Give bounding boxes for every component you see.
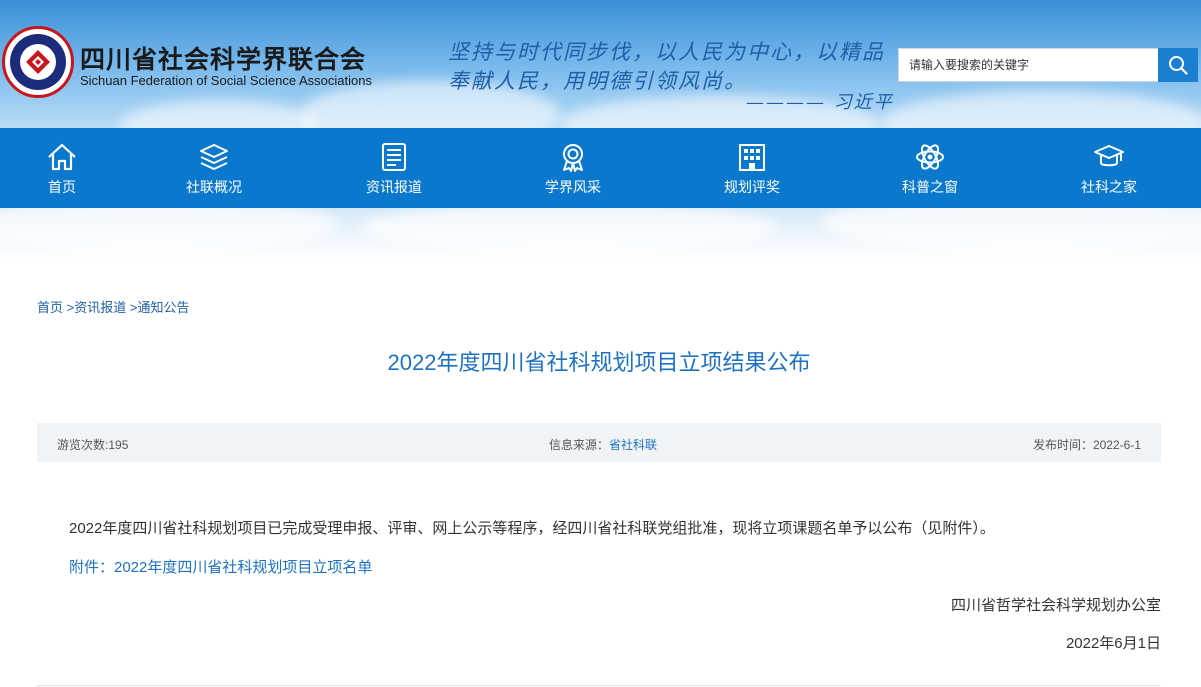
nav-item-home-of-social-science[interactable]: 社科之家	[1054, 128, 1164, 208]
article-signature: 四川省哲学社会科学规划办公室	[951, 594, 1161, 615]
breadcrumb-notices[interactable]: 通知公告	[137, 300, 189, 315]
search-button[interactable]	[1158, 48, 1198, 82]
header-cloud	[880, 90, 1201, 128]
publish-date: 发布时间：2022-6-1	[1033, 436, 1141, 453]
article-meta-bar: 游览次数:195 信息来源：省社科联 发布时间：2022-6-1	[37, 423, 1161, 462]
nav-item-planning[interactable]: 规划评奖	[697, 128, 807, 208]
site-title-english: Sichuan Federation of Social Science Ass…	[80, 73, 372, 88]
search-input[interactable]	[898, 48, 1158, 82]
site-title[interactable]: 四川省社会科学界联合会	[80, 40, 366, 76]
divider	[37, 685, 1161, 686]
article-sign-date: 2022年6月1日	[1066, 632, 1161, 653]
breadcrumb-separator: >	[126, 300, 137, 315]
info-source-label: 信息来源：	[549, 438, 609, 452]
graduation-cap-icon	[1093, 141, 1125, 173]
decorative-banner	[0, 208, 1201, 258]
nav-item-label: 科普之窗	[875, 177, 985, 197]
article-title: 2022年度四川省社科规划项目立项结果公布	[37, 345, 1161, 377]
slogan-author: ———— 习近平	[746, 88, 894, 114]
header-cloud	[120, 100, 320, 128]
publish-date-label: 发布时间：	[1033, 438, 1093, 452]
view-count: 游览次数:195	[57, 436, 128, 453]
news-icon	[378, 141, 410, 173]
nav-item-scholars[interactable]: 学界风采	[518, 128, 628, 208]
nav-item-science[interactable]: 科普之窗	[875, 128, 985, 208]
logo-mark-icon	[24, 48, 52, 76]
site-header: 四川省社会科学界联合会 Sichuan Federation of Social…	[0, 0, 1201, 128]
main-nav: 首页 社联概况 资讯报道 学界风采	[0, 128, 1201, 208]
nav-item-label: 社联概况	[159, 177, 269, 197]
medal-icon	[557, 141, 589, 173]
breadcrumb-separator: >	[63, 300, 74, 315]
info-source: 信息来源：省社科联	[549, 436, 657, 453]
breadcrumb-news[interactable]: 资讯报道	[74, 300, 126, 315]
nav-item-label: 首页	[7, 177, 117, 197]
breadcrumb-home[interactable]: 首页	[37, 300, 63, 315]
view-count-label: 游览次数:	[57, 438, 108, 452]
nav-item-about[interactable]: 社联概况	[159, 128, 269, 208]
layers-icon	[198, 141, 230, 173]
search-icon	[1168, 55, 1188, 75]
info-source-link[interactable]: 省社科联	[609, 438, 657, 452]
view-count-value: 195	[108, 438, 128, 452]
breadcrumb: 首页 >资讯报道 >通知公告	[37, 297, 189, 316]
nav-item-label: 规划评奖	[697, 177, 807, 197]
attachment-link[interactable]: 附件：2022年度四川省社科规划项目立项名单	[69, 556, 372, 577]
article-body: 2022年度四川省社科规划项目已完成受理申报、评审、网上公示等程序，经四川省社科…	[69, 517, 995, 538]
nav-item-label: 资讯报道	[339, 177, 449, 197]
publish-date-value: 2022-6-1	[1093, 438, 1141, 452]
home-icon	[46, 141, 78, 173]
nav-item-label: 学界风采	[518, 177, 628, 197]
nav-item-news[interactable]: 资讯报道	[339, 128, 449, 208]
nav-item-home[interactable]: 首页	[7, 128, 117, 208]
building-icon	[736, 141, 768, 173]
federation-logo-icon[interactable]	[2, 26, 74, 98]
atom-icon	[914, 141, 946, 173]
nav-item-label: 社科之家	[1054, 177, 1164, 197]
